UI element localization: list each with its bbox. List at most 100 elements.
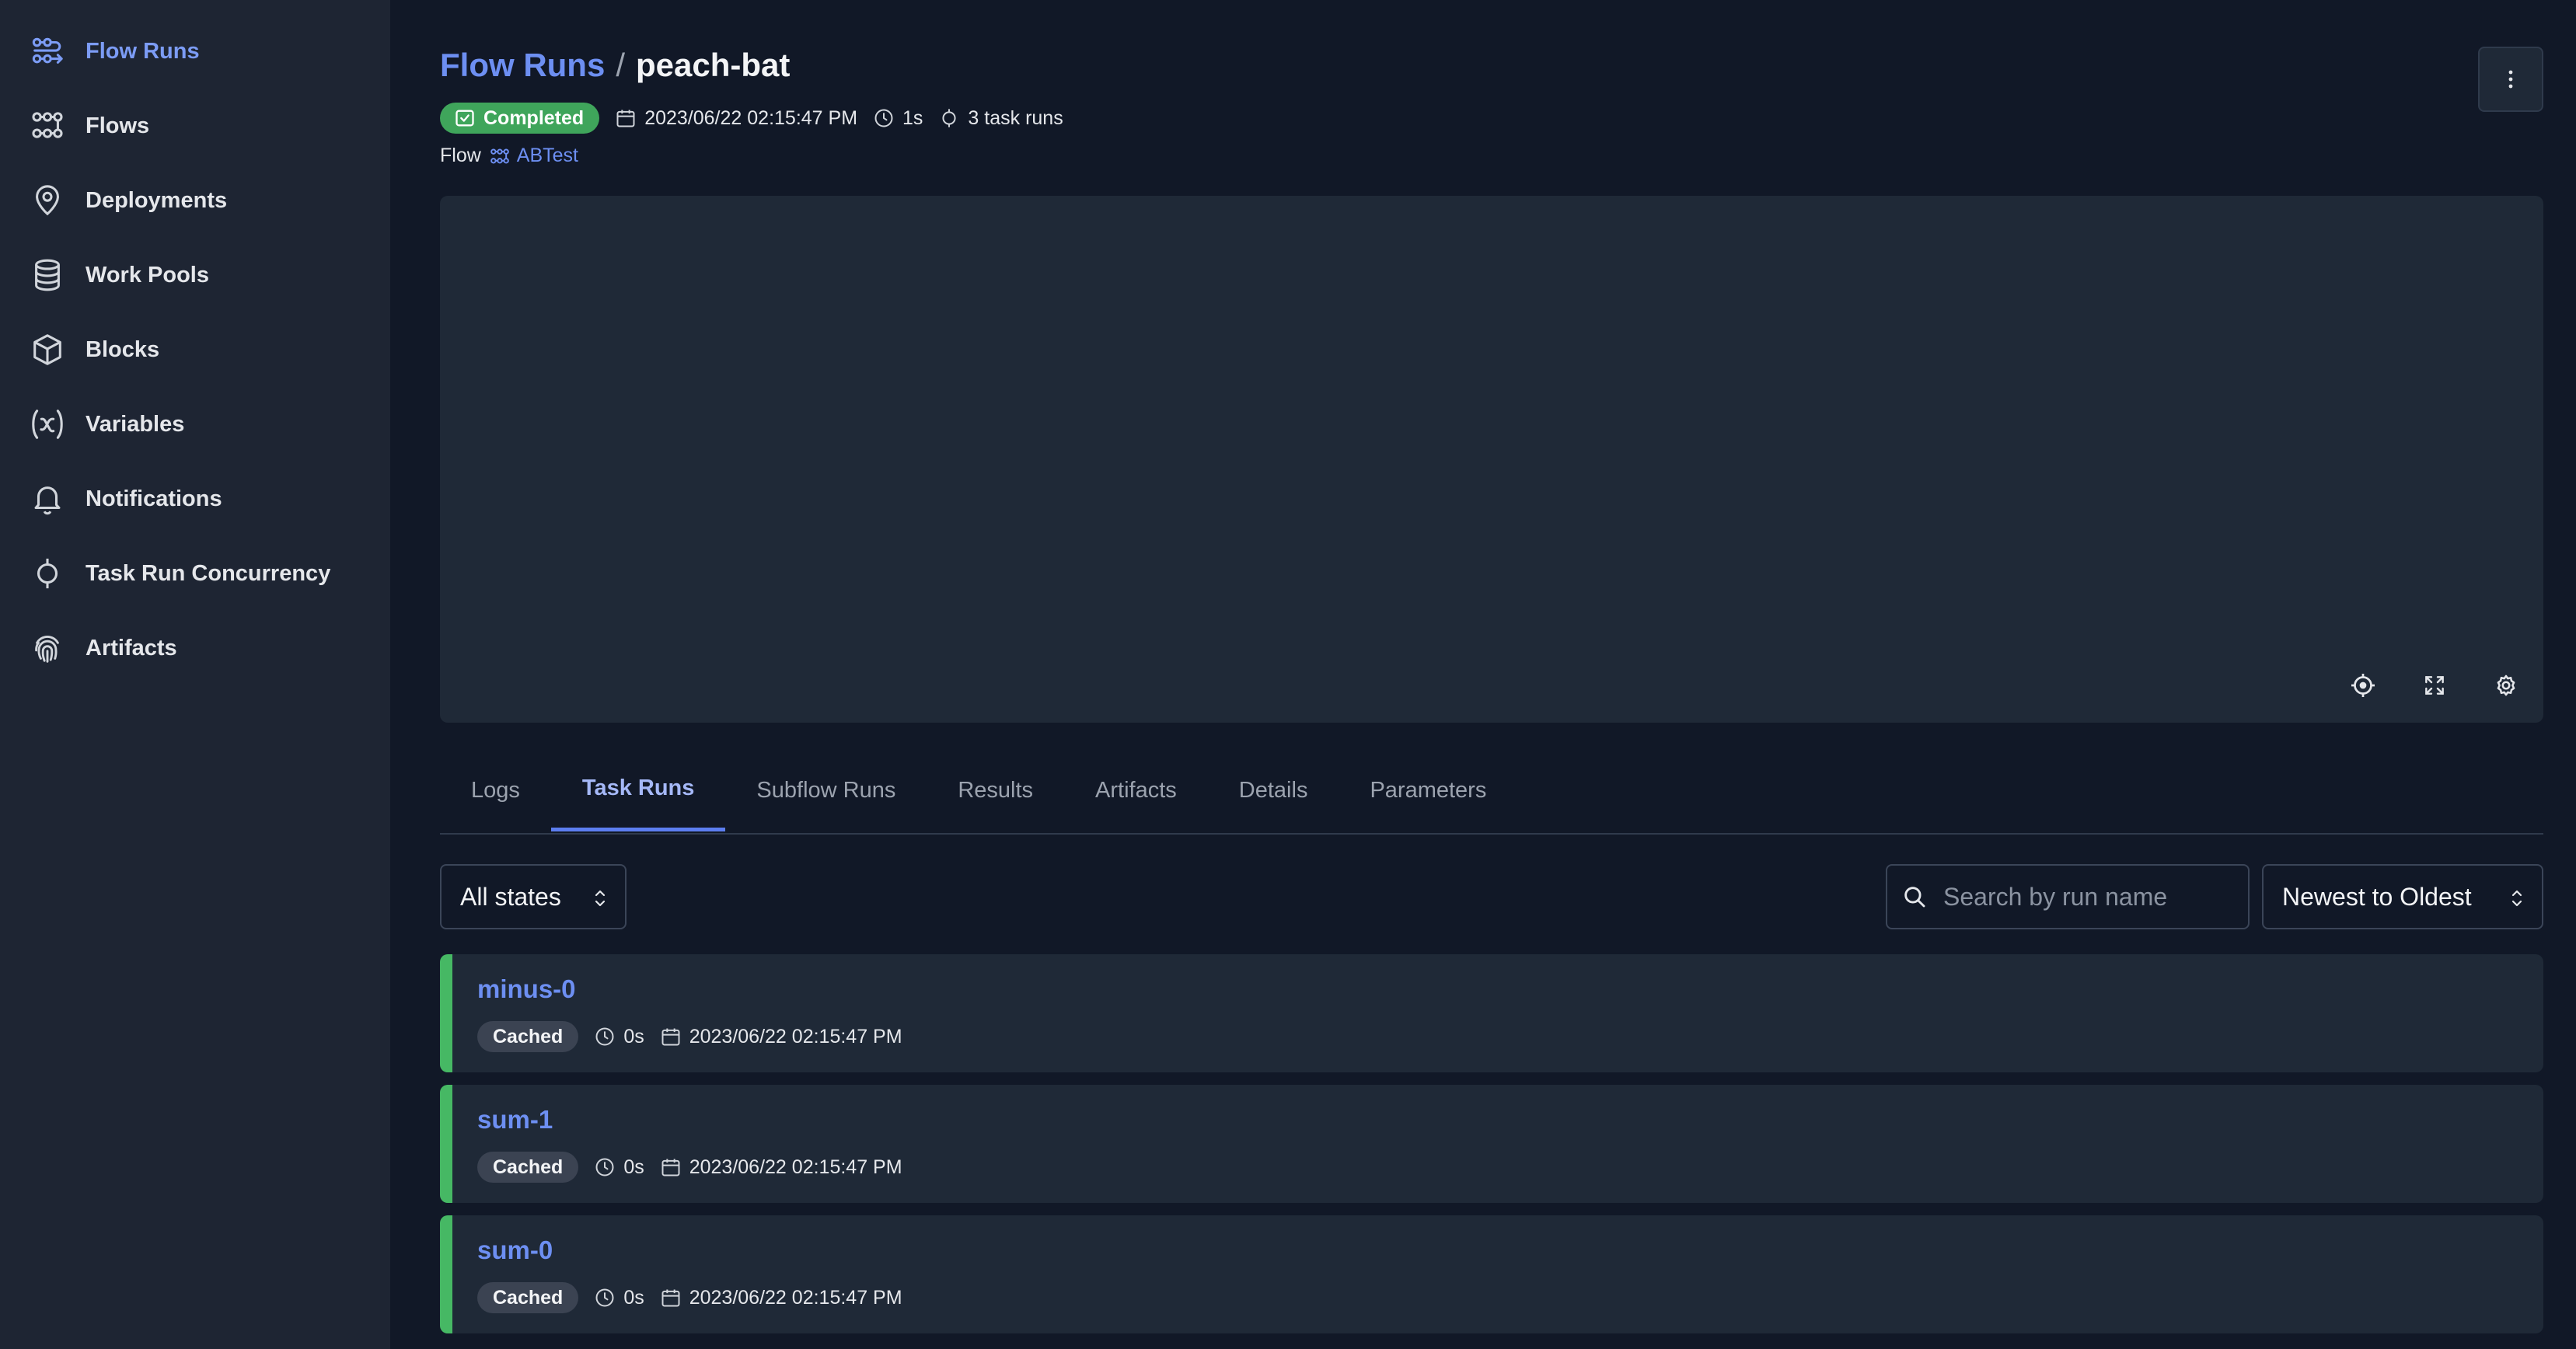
start-time: 2023/06/22 02:15:47 PM bbox=[660, 1026, 902, 1048]
tab-subflow-runs[interactable]: Subflow Runs bbox=[725, 749, 927, 831]
breadcrumb: Flow Runs / peach-bat bbox=[440, 47, 790, 84]
database-icon bbox=[35, 259, 60, 291]
tab-results[interactable]: Results bbox=[927, 749, 1064, 831]
map-pin-icon bbox=[36, 185, 59, 216]
sidebar-item-variables[interactable]: Variables bbox=[0, 387, 390, 462]
tab-artifacts[interactable]: Artifacts bbox=[1064, 749, 1208, 831]
search-icon bbox=[1904, 887, 1925, 908]
task-run-count: 3 task runs bbox=[938, 107, 1063, 130]
duration-value: 0s bbox=[623, 1156, 644, 1178]
sidebar-item-work-pools[interactable]: Work Pools bbox=[0, 238, 390, 312]
state-indicator-bar bbox=[440, 954, 452, 1072]
start-time-value: 2023/06/22 02:15:47 PM bbox=[689, 1025, 902, 1047]
start-time: 2023/06/22 02:15:47 PM bbox=[615, 107, 857, 130]
calendar-icon bbox=[661, 1289, 680, 1307]
breadcrumb-flow-runs-link[interactable]: Flow Runs bbox=[440, 47, 605, 84]
sort-select[interactable]: Newest to Oldest bbox=[2262, 864, 2543, 929]
start-time-value: 2023/06/22 02:15:47 PM bbox=[689, 1286, 902, 1309]
search-field[interactable] bbox=[1886, 864, 2250, 929]
fingerprint-icon bbox=[35, 636, 59, 663]
flow-runs-icon bbox=[32, 37, 63, 64]
duration-value: 0s bbox=[623, 1286, 644, 1309]
duration: 0s bbox=[594, 1156, 644, 1179]
sidebar-item-label: Flows bbox=[86, 113, 150, 138]
check-square-icon bbox=[456, 110, 474, 127]
clock-icon bbox=[595, 1158, 614, 1176]
cube-icon bbox=[33, 334, 61, 365]
page-title: peach-bat bbox=[636, 47, 791, 83]
state-badge-cached: Cached bbox=[477, 1021, 579, 1052]
sidebar: Flow Runs Flows Deployments Work Pools B… bbox=[0, 0, 390, 1349]
sidebar-item-label: Flow Runs bbox=[86, 38, 200, 64]
main-content: Flow Runs / peach-bat Completed 2023/06/… bbox=[440, 0, 2543, 1349]
calendar-icon bbox=[616, 110, 635, 127]
state-badge-cached: Cached bbox=[477, 1282, 579, 1313]
kebab-menu-icon bbox=[2508, 70, 2513, 89]
sidebar-item-artifacts[interactable]: Artifacts bbox=[0, 611, 390, 685]
sidebar-item-label: Blocks bbox=[86, 336, 160, 362]
sidebar-item-label: Work Pools bbox=[86, 262, 209, 288]
flows-icon bbox=[32, 112, 63, 138]
duration-value: 0s bbox=[623, 1025, 644, 1047]
duration-value: 1s bbox=[902, 106, 923, 129]
flow-name: ABTest bbox=[516, 145, 578, 166]
state-filter-select[interactable]: All states bbox=[440, 864, 627, 929]
task-run-count-value: 3 task runs bbox=[968, 106, 1063, 129]
sort-value: Newest to Oldest bbox=[2282, 882, 2472, 911]
task-run-icon bbox=[942, 109, 956, 127]
state-indicator-bar bbox=[440, 1085, 452, 1203]
sidebar-item-flows[interactable]: Flows bbox=[0, 89, 390, 163]
list-item: minus-0 Cached 0s 2023/06/22 02:15:47 PM bbox=[440, 954, 2543, 1072]
sidebar-item-notifications[interactable]: Notifications bbox=[0, 462, 390, 536]
calendar-icon bbox=[661, 1159, 680, 1176]
more-options-button[interactable] bbox=[2478, 47, 2543, 112]
run-meta: Completed 2023/06/22 02:15:47 PM 1s 3 ta… bbox=[440, 103, 1063, 134]
sidebar-item-flow-runs[interactable]: Flow Runs bbox=[0, 14, 390, 89]
flow-reference: Flow ABTest bbox=[440, 145, 578, 167]
calendar-icon bbox=[661, 1028, 680, 1046]
list-item: sum-1 Cached 0s 2023/06/22 02:15:47 PM bbox=[440, 1085, 2543, 1203]
concurrency-icon bbox=[37, 558, 58, 589]
tab-parameters[interactable]: Parameters bbox=[1339, 749, 1517, 831]
crosshair-icon bbox=[2351, 674, 2375, 697]
duration: 0s bbox=[594, 1287, 644, 1309]
duration: 0s bbox=[594, 1026, 644, 1048]
sidebar-item-label: Task Run Concurrency bbox=[86, 560, 331, 586]
task-run-list: minus-0 Cached 0s 2023/06/22 02:15:47 PM… bbox=[440, 954, 2543, 1346]
task-run-name-link[interactable]: sum-0 bbox=[477, 1236, 553, 1265]
flow-label: Flow bbox=[440, 145, 481, 166]
search-input[interactable] bbox=[1942, 881, 2240, 912]
flows-icon bbox=[490, 148, 509, 164]
sidebar-item-label: Variables bbox=[86, 411, 185, 437]
list-item: sum-0 Cached 0s 2023/06/22 02:15:47 PM bbox=[440, 1215, 2543, 1333]
duration: 1s bbox=[873, 107, 923, 130]
sidebar-item-deployments[interactable]: Deployments bbox=[0, 163, 390, 238]
flow-link[interactable]: ABTest bbox=[489, 145, 578, 167]
tab-details[interactable]: Details bbox=[1208, 749, 1339, 831]
variable-icon bbox=[32, 410, 63, 439]
sidebar-item-blocks[interactable]: Blocks bbox=[0, 312, 390, 387]
clock-icon bbox=[595, 1027, 614, 1046]
state-indicator-bar bbox=[440, 1215, 452, 1333]
tab-logs[interactable]: Logs bbox=[440, 749, 551, 831]
tab-bar: Logs Task Runs Subflow Runs Results Arti… bbox=[440, 749, 2543, 835]
task-run-name-link[interactable]: sum-1 bbox=[477, 1105, 553, 1135]
recenter-button[interactable] bbox=[2346, 668, 2380, 702]
task-run-meta: Cached 0s 2023/06/22 02:15:47 PM bbox=[477, 1282, 902, 1313]
start-time: 2023/06/22 02:15:47 PM bbox=[660, 1156, 902, 1179]
start-time-value: 2023/06/22 02:15:47 PM bbox=[644, 106, 858, 129]
sidebar-item-label: Deployments bbox=[86, 187, 228, 213]
chevron-up-down-icon bbox=[595, 890, 606, 907]
sidebar-item-label: Artifacts bbox=[86, 635, 177, 661]
tab-task-runs[interactable]: Task Runs bbox=[550, 749, 726, 831]
sidebar-item-label: Notifications bbox=[86, 486, 222, 511]
flow-run-graph[interactable] bbox=[440, 196, 2543, 723]
sidebar-item-task-run-concurrency[interactable]: Task Run Concurrency bbox=[0, 536, 390, 611]
state-badge-cached: Cached bbox=[477, 1152, 579, 1183]
expand-icon bbox=[2425, 676, 2444, 695]
task-run-name-link[interactable]: minus-0 bbox=[477, 974, 576, 1004]
bell-icon bbox=[34, 486, 61, 515]
fullscreen-button[interactable] bbox=[2417, 668, 2452, 702]
state-label: Completed bbox=[483, 106, 585, 129]
graph-settings-button[interactable] bbox=[2489, 668, 2523, 702]
